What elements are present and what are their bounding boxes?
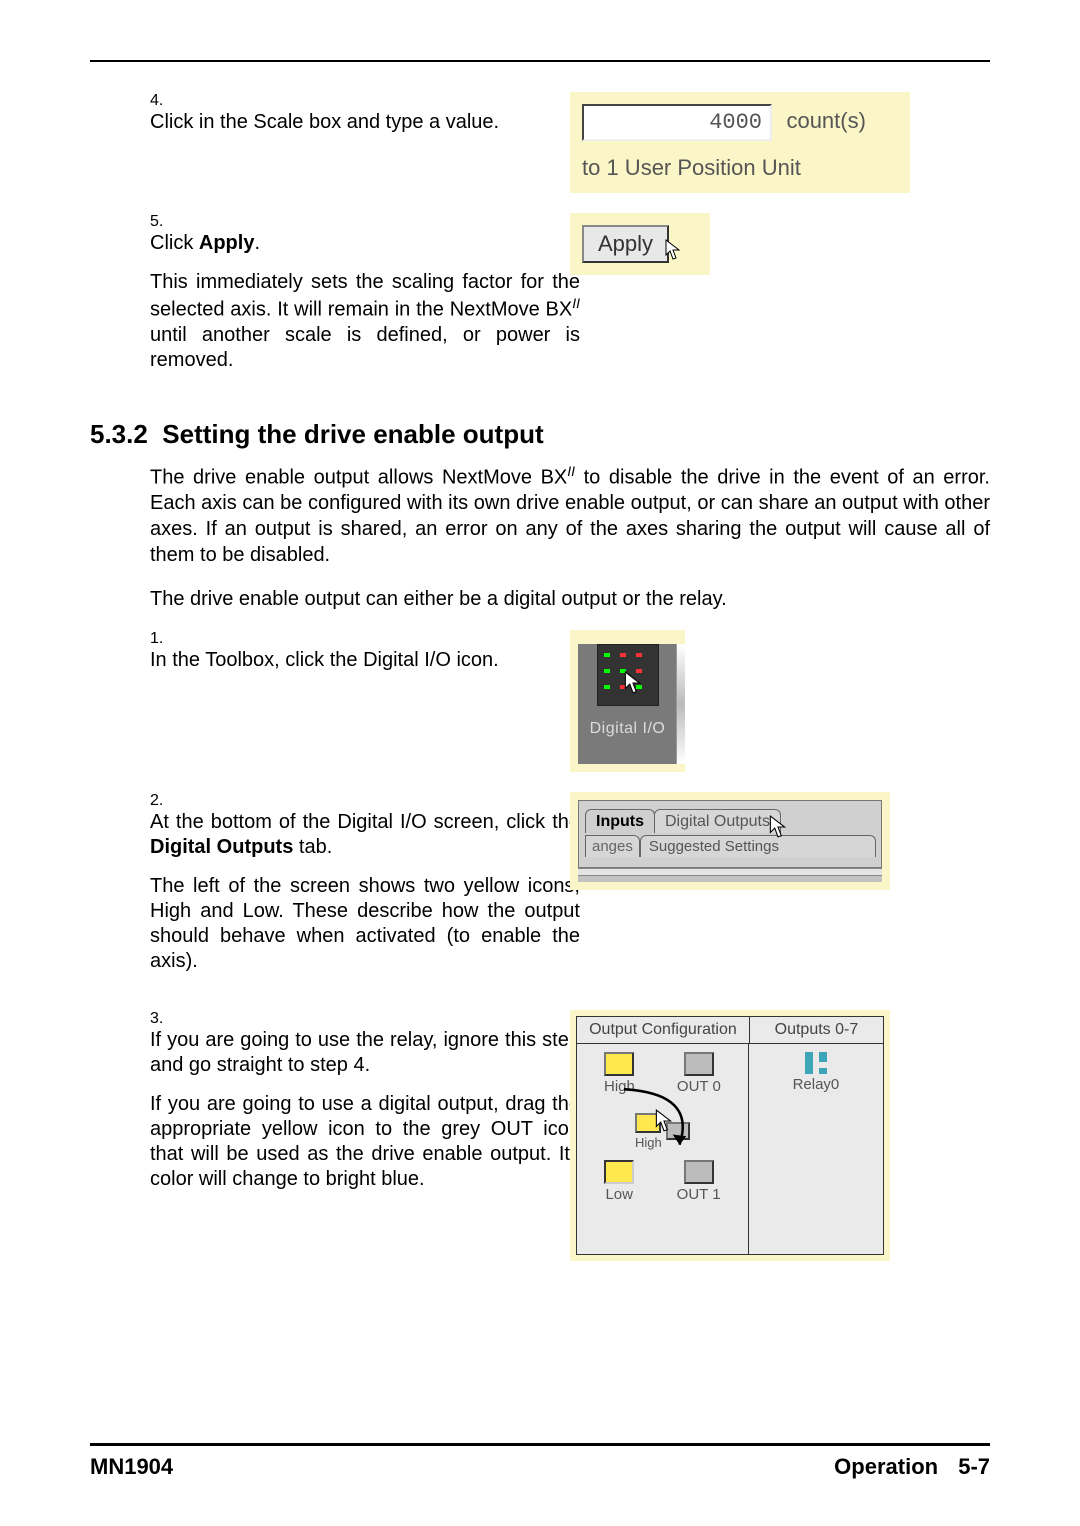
section-num: 5.3.2 bbox=[90, 419, 148, 449]
relay-icon[interactable] bbox=[805, 1052, 827, 1074]
stepB-number: 2. bbox=[150, 792, 180, 810]
tab-stub[interactable]: anges bbox=[585, 835, 640, 857]
relay-label: Relay0 bbox=[755, 1076, 877, 1093]
cursor-icon bbox=[665, 239, 681, 261]
tab-suggested-settings[interactable]: Suggested Settings bbox=[640, 835, 876, 857]
digital-io-label: Digital I/O bbox=[578, 720, 677, 738]
stepB-text: At the bottom of the Digital I/O screen,… bbox=[150, 810, 580, 974]
user-position-unit-label: to 1 User Position Unit bbox=[582, 155, 898, 181]
stepC-number: 3. bbox=[150, 1010, 180, 1028]
stepA-number: 1. bbox=[150, 630, 180, 648]
top-rule bbox=[90, 60, 990, 62]
header-output-configuration: Output Configuration bbox=[577, 1017, 750, 1044]
drag-high-label: High bbox=[635, 1135, 662, 1150]
stepC-lead: If you are going to use the relay, ignor… bbox=[150, 1029, 580, 1076]
step5-lead: Click Apply. This immediately sets the s… bbox=[150, 231, 580, 373]
scale-input[interactable]: 4000 bbox=[582, 104, 772, 141]
out0-icon[interactable] bbox=[684, 1052, 714, 1076]
step5-body-a: This immediately sets the scaling factor… bbox=[150, 271, 580, 321]
low-icon[interactable] bbox=[604, 1160, 634, 1184]
high-label: High bbox=[604, 1078, 635, 1095]
stepA-text: In the Toolbox, click the Digital I/O ic… bbox=[150, 648, 580, 673]
step5-tail: . bbox=[254, 232, 260, 254]
stepB-tail: tab. bbox=[293, 836, 332, 858]
figure-scale-box: 4000 count(s) to 1 User Position Unit bbox=[570, 92, 910, 193]
cursor-icon bbox=[769, 815, 787, 839]
section-para1: The drive enable output allows NextMove … bbox=[150, 462, 990, 569]
figure-digital-io-icon: Digital I/O bbox=[570, 630, 685, 772]
stepC-body: If you are going to use a digital output… bbox=[150, 1092, 580, 1192]
low-label: Low bbox=[604, 1186, 634, 1203]
footer-section-label: Operation bbox=[834, 1454, 938, 1479]
p1sup: II bbox=[567, 463, 575, 479]
cursor-icon bbox=[655, 1109, 673, 1133]
high-icon[interactable] bbox=[604, 1052, 634, 1076]
header-outputs-0-7: Outputs 0-7 bbox=[750, 1017, 883, 1044]
tab-inputs[interactable]: Inputs bbox=[585, 809, 655, 833]
figure-digital-outputs-tabs: Inputs Digital Outputs anges Suggested S… bbox=[570, 792, 890, 890]
step5-sup: II bbox=[572, 295, 580, 311]
step4-text: Click in the Scale box and type a value. bbox=[150, 110, 580, 135]
footer-page-number: 5-7 bbox=[958, 1454, 990, 1479]
step5-lead-text: Click bbox=[150, 232, 199, 254]
scale-unit-label: count(s) bbox=[786, 108, 865, 133]
stepB-lead: At the bottom of the Digital I/O screen,… bbox=[150, 811, 580, 833]
out0-label: OUT 0 bbox=[677, 1078, 721, 1095]
step4-number: 4. bbox=[150, 92, 180, 110]
step5-body-b: until another scale is defined, or power… bbox=[150, 324, 580, 371]
step5-bold: Apply bbox=[199, 232, 255, 254]
apply-button[interactable]: Apply bbox=[582, 225, 669, 263]
stepC-text: If you are going to use the relay, ignor… bbox=[150, 1028, 580, 1192]
footer-doc-id: MN1904 bbox=[90, 1454, 173, 1480]
figure-output-configuration: Output Configuration Outputs 0-7 High bbox=[570, 1010, 890, 1261]
out1-icon[interactable] bbox=[684, 1160, 714, 1184]
section-heading: 5.3.2 Setting the drive enable output bbox=[90, 419, 990, 450]
out1-label: OUT 1 bbox=[677, 1186, 721, 1203]
section-para2: The drive enable output can either be a … bbox=[150, 586, 990, 612]
digital-io-icon bbox=[597, 644, 659, 706]
page-footer: MN1904 Operation 5-7 bbox=[90, 1443, 990, 1480]
tab-digital-outputs[interactable]: Digital Outputs bbox=[654, 809, 781, 833]
section-title: Setting the drive enable output bbox=[162, 419, 543, 449]
step5-number: 5. bbox=[150, 213, 180, 231]
p1a: The drive enable output allows NextMove … bbox=[150, 466, 567, 488]
digital-io-toolbox-item[interactable]: Digital I/O bbox=[578, 644, 677, 764]
stepB-body: The left of the screen shows two yellow … bbox=[150, 874, 580, 974]
figure-apply-button: Apply bbox=[570, 213, 710, 275]
stepB-bold: Digital Outputs bbox=[150, 836, 293, 858]
